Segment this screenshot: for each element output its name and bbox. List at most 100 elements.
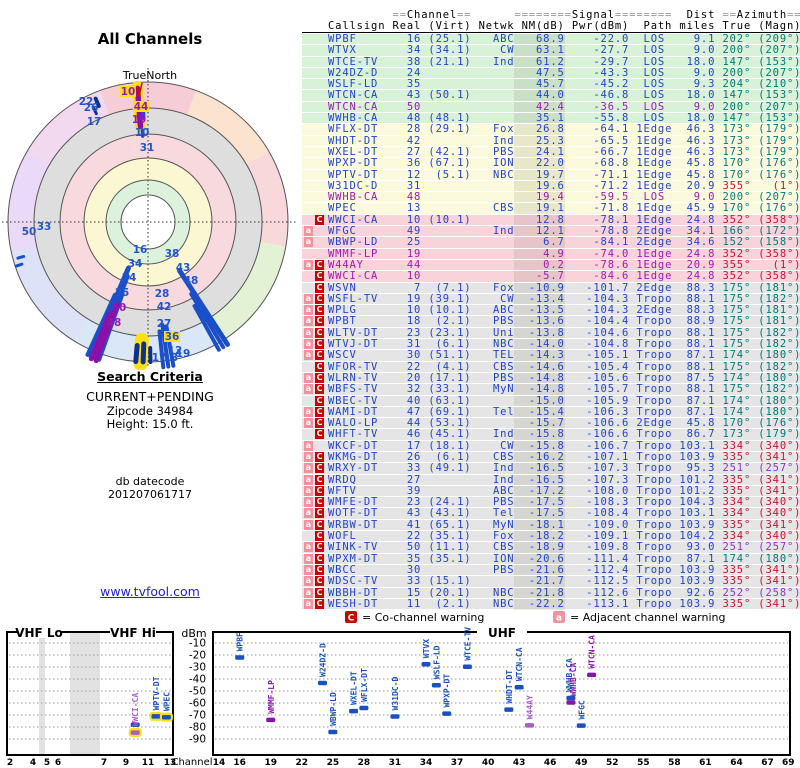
adjacent-channel-badge: a: [304, 305, 313, 315]
signal-bar: [349, 709, 358, 714]
signal-bar: [422, 662, 431, 667]
signal-bar: [152, 714, 161, 719]
co-channel-badge: C: [315, 294, 324, 304]
station-label: WHDT-DT: [505, 670, 514, 704]
table-row: aCWFTV 39 ABC -17.2 -108.0 Tropo 101.2 3…: [302, 485, 800, 496]
co-channel-badge: C: [315, 531, 324, 541]
channel-tick-label: 22: [296, 758, 309, 768]
table-row: CWHFT-TV 46 (45.1) Ind -15.8 -106.6 Trop…: [302, 428, 800, 439]
co-channel-badge: C: [315, 260, 324, 270]
table-row: aCWDSC-TV 33 (15.1) -21.7 -112.5 Tropo 1…: [302, 575, 800, 586]
co-channel-badge: C: [315, 542, 324, 552]
radar-channel-label: 28: [155, 288, 170, 300]
adjacent-channel-badge: a: [304, 576, 313, 586]
adjacent-channel-legend-text: = Adjacent channel warning: [570, 611, 726, 624]
signal-bar: [318, 681, 327, 686]
radar-channel-label: 34: [128, 258, 143, 270]
radar-channel-label: 31: [140, 142, 155, 154]
radar-channel-label: 36: [165, 331, 180, 343]
table-row: WXEL-DT 27 (42.1) PBS 24.1 -66.7 1Edge 4…: [302, 146, 800, 157]
adjacent-channel-badge: a: [304, 328, 313, 338]
adjacent-channel-badge: a: [304, 407, 313, 417]
table-row: WPTV-DT 12 (5.1) NBC 19.7 -71.1 1Edge 45…: [302, 169, 800, 180]
table-row: WHDT-DT 42 Ind 25.3 -65.5 1Edge 46.3 173…: [302, 135, 800, 146]
table-row: WMMF-LP 19 4.9 -74.0 1Edge 24.8 352° (35…: [302, 248, 800, 259]
search-criteria-height: Height: 15.0 ft.: [0, 417, 300, 431]
radar-spoke: [18, 256, 24, 258]
channel-tick-label: 25: [327, 758, 340, 768]
signal-bar: [162, 715, 171, 720]
adjacent-channel-badge: a: [304, 441, 313, 451]
channel-tick-label: 61: [699, 758, 712, 768]
y-tick-label: -80: [189, 722, 206, 734]
station-label: WWHB-CA: [569, 663, 578, 697]
co-channel-badge: C: [315, 554, 324, 564]
channel-tick-label: 69: [782, 758, 795, 768]
station-label: WPXP-DT: [443, 674, 452, 708]
station-label: WFLX-DT: [360, 668, 369, 702]
radar-channel-label: 24: [122, 272, 137, 284]
y-tick-label: -50: [189, 686, 206, 698]
radar-channel-label: 48: [107, 317, 122, 329]
channel-tick-label: 37: [451, 758, 464, 768]
table-row: WFLX-DT 28 (29.1) Fox 26.8 -64.1 1Edge 4…: [302, 123, 800, 134]
adjacent-channel-badge: a: [304, 452, 313, 462]
tvfool-link[interactable]: www.tvfool.com: [100, 584, 200, 599]
table-row: aCWBBH-DT 15 (20.1) NBC -21.8 -112.6 Tro…: [302, 587, 800, 598]
adjacent-channel-badge: a: [304, 497, 313, 507]
channel-tick-label: 40: [482, 758, 495, 768]
radar-channel-label: 50: [22, 226, 37, 238]
tvfool-report: All Channels 104419103122261750331634243…: [0, 0, 800, 768]
channel-axis-label: Channel: [171, 757, 212, 768]
station-label: WSLF-LD: [432, 645, 441, 679]
tvfool-link-wrap: www.tvfool.com: [0, 584, 300, 599]
db-datecode-label: db datecode: [0, 475, 300, 488]
adjacent-channel-badge: a: [304, 339, 313, 349]
table-row: WTCN-CA 50 42.4 -36.5 LOS 9.0 200° (207°…: [302, 101, 800, 112]
signal-bar: [566, 700, 575, 705]
table-row: WPEC 13 CBS 19.1 -71.8 1Edge 45.9 170° (…: [302, 202, 800, 213]
table-row: aCWLRN-TV 20 (17.1) PBS -14.8 -105.6 Tro…: [302, 372, 800, 383]
channel-tick-label: 28: [358, 758, 371, 768]
co-channel-badge: C: [315, 316, 324, 326]
signal-bar: [328, 730, 337, 735]
radar-channel-label: 17: [87, 116, 102, 128]
table-row: WPXP-DT 36 (67.1) ION 22.0 -68.8 1Edge 4…: [302, 157, 800, 168]
vhf-gap-band: [70, 633, 100, 754]
vhf-lo-label: VHF Lo: [15, 626, 63, 640]
search-criteria-zipcode: Zipcode 34984: [0, 404, 300, 418]
table-row: aCWRBW-DT 41 (65.1) MyN -18.1 -109.0 Tro…: [302, 519, 800, 530]
co-channel-badge: C: [315, 283, 324, 293]
table-row: W24DZ-D 24 47.5 -43.3 LOS 9.0 200° (207°…: [302, 67, 800, 78]
adjacent-channel-badge: a: [304, 588, 313, 598]
signal-bar: [504, 707, 513, 712]
co-channel-badge: C: [315, 396, 324, 406]
table-row: aWFGC 49 Ind 12.1 -78.8 2Edge 34.1 166° …: [302, 225, 800, 236]
search-criteria-title: Search Criteria: [0, 369, 300, 384]
adjacent-channel-badge: a: [304, 418, 313, 428]
co-channel-badge: C: [315, 305, 324, 315]
signal-bar: [442, 711, 451, 716]
table-row: aCWSFL-TV 19 (39.1) CW -13.4 -104.3 Trop…: [302, 293, 800, 304]
channel-tick-label: 19: [264, 758, 277, 768]
co-channel-badge: C: [315, 463, 324, 473]
y-tick-label: -30: [189, 662, 206, 674]
station-label: WXEL-DT: [350, 671, 359, 705]
table-row: aCWSCV 30 (51.1) TEL -14.3 -105.1 Tropo …: [302, 349, 800, 360]
table-row: CWWCI-CA 10 -5.7 -84.6 1Edge 24.8 352° (…: [302, 270, 800, 281]
table-row: aCWAMI-DT 47 (69.1) Tel -15.4 -106.3 Tro…: [302, 406, 800, 417]
radar-channel-label: 44: [134, 101, 149, 113]
table-row: CWSVN 7 (7.1) Fox -10.9 -101.7 2Edge 88.…: [302, 282, 800, 293]
signal-bar: [235, 655, 244, 660]
adjacent-channel-badge: a: [304, 508, 313, 518]
adjacent-channel-badge: a: [304, 294, 313, 304]
adjacent-channel-badge: a: [304, 463, 313, 473]
table-row: WWHB-CA 48 19.4 -59.5 LOS 9.0 200° (207°…: [302, 191, 800, 202]
station-label: W24DZ-D: [319, 643, 328, 677]
radar-channel-label: 50: [112, 302, 127, 314]
adjacent-channel-badge: a: [304, 554, 313, 564]
uhf-frame: [213, 632, 790, 755]
signal-bar: [587, 673, 596, 678]
channel-tick-label: 4: [30, 758, 36, 768]
adjacent-channel-badge: a: [304, 350, 313, 360]
